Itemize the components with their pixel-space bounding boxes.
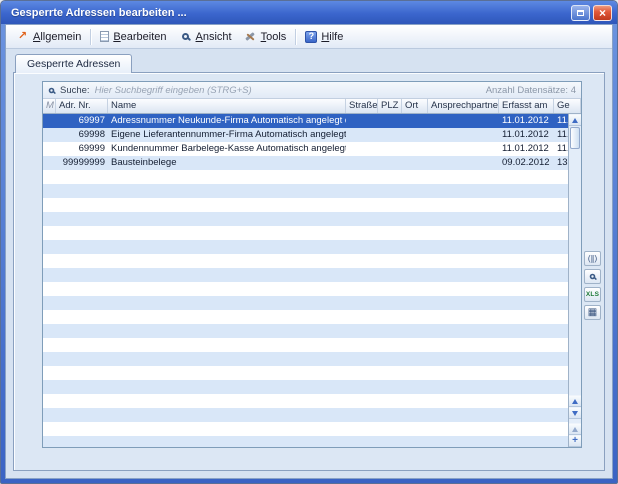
panel: Suche: Hier Suchbegriff eingeben (STRG+S… <box>13 72 605 471</box>
menu-item-hilfe[interactable]: Hilfe <box>299 29 349 45</box>
table-row-empty <box>43 310 568 324</box>
table-row-empty <box>43 296 568 310</box>
grid-rows: 69997Adressnummer Neukunde-Firma Automat… <box>43 114 568 447</box>
close-button[interactable] <box>593 5 612 21</box>
column-header[interactable]: Erfasst am <box>499 99 554 113</box>
table-row-empty <box>43 436 568 447</box>
table-row-empty <box>43 240 568 254</box>
window-body: Allgemein Bearbeiten Ansicht Tools Hilfe <box>5 24 613 479</box>
menu-item-tools[interactable]: Tools <box>238 28 293 45</box>
table-row-empty <box>43 198 568 212</box>
table-row-empty <box>43 408 568 422</box>
maximize-icon <box>577 10 584 16</box>
tabstrip: Gesperrte Adressen <box>15 54 132 73</box>
down-arrow-icon <box>572 411 578 416</box>
column-header[interactable]: Ort <box>402 99 428 113</box>
table-row-empty <box>43 380 568 394</box>
menubar: Allgemein Bearbeiten Ansicht Tools Hilfe <box>6 25 612 49</box>
menu-item-label: Ansicht <box>196 31 232 43</box>
menu-item-allgemein[interactable]: Allgemein <box>10 28 87 45</box>
menu-item-label: Hilfe <box>321 31 343 43</box>
magnifier-icon <box>179 30 192 43</box>
table-row-empty <box>43 394 568 408</box>
maximize-button[interactable] <box>571 5 590 21</box>
record-prev-button[interactable] <box>569 395 581 407</box>
column-header-marker[interactable]: M <box>43 99 56 113</box>
content-area: Gesperrte Adressen Suche: Hier Suchbegri… <box>6 49 612 478</box>
scroll-top-button[interactable] <box>569 423 581 435</box>
menu-item-ansicht[interactable]: Ansicht <box>173 28 238 45</box>
menu-separator <box>90 29 91 45</box>
menu-item-label: Tools <box>261 31 287 43</box>
scroll-thumb[interactable] <box>570 127 580 149</box>
menu-item-label: Allgemein <box>33 31 81 43</box>
menu-separator <box>295 29 296 45</box>
table-row-empty <box>43 170 568 184</box>
table-row[interactable]: 69999Kundennummer Barbelege-Kasse Automa… <box>43 142 568 156</box>
tools-icon <box>244 30 257 43</box>
table-row-empty <box>43 324 568 338</box>
window-title: Gesperrte Adressen bearbeiten ... <box>11 7 568 19</box>
column-header[interactable]: Ge <box>554 99 581 113</box>
column-header[interactable]: Name <box>108 99 346 113</box>
address-grid: Suche: Hier Suchbegriff eingeben (STRG+S… <box>42 81 582 448</box>
group-columns-button[interactable]: (∥) <box>584 251 601 266</box>
table-row-empty <box>43 422 568 436</box>
search-input[interactable]: Hier Suchbegriff eingeben (STRG+S) <box>95 85 481 96</box>
titlebar: Gesperrte Adressen bearbeiten ... <box>1 1 617 24</box>
column-header[interactable]: PLZ <box>378 99 402 113</box>
grid-main: 69997Adressnummer Neukunde-Firma Automat… <box>43 114 581 447</box>
side-toolbar: (∥) XLS ▦ <box>584 251 601 320</box>
new-record-button[interactable] <box>569 435 581 447</box>
record-count: Anzahl Datensätze: 4 <box>486 85 576 96</box>
up-arrow-icon <box>572 399 578 404</box>
table-row-empty <box>43 282 568 296</box>
table-view-button[interactable]: ▦ <box>584 305 601 320</box>
up-arrow-icon <box>572 118 578 123</box>
vertical-scrollbar[interactable] <box>568 114 581 447</box>
table-row[interactable]: 99999999Bausteinbelege09.02.201213. <box>43 156 568 170</box>
record-next-button[interactable] <box>569 407 581 419</box>
app-window: Gesperrte Adressen bearbeiten ... Allgem… <box>0 0 618 484</box>
table-row-empty <box>43 212 568 226</box>
table-row-empty <box>43 338 568 352</box>
scroll-track[interactable] <box>569 150 581 395</box>
menu-item-label: Bearbeiten <box>113 31 166 43</box>
search-icon <box>49 87 55 93</box>
search-bar: Suche: Hier Suchbegriff eingeben (STRG+S… <box>43 82 581 99</box>
zoom-button[interactable] <box>584 269 601 284</box>
up-arrow-gray-icon <box>572 427 578 432</box>
edit-page-icon <box>100 31 109 42</box>
close-icon <box>599 4 606 22</box>
search-label: Suche: <box>60 85 90 96</box>
tab-gesperrte-adressen[interactable]: Gesperrte Adressen <box>15 54 132 73</box>
column-header[interactable]: Straße <box>346 99 378 113</box>
column-header[interactable]: Adr. Nr. <box>56 99 108 113</box>
table-row-empty <box>43 254 568 268</box>
table-row-empty <box>43 184 568 198</box>
scroll-up-button[interactable] <box>569 114 581 126</box>
excel-export-button[interactable]: XLS <box>584 287 601 302</box>
menu-item-bearbeiten[interactable]: Bearbeiten <box>94 29 172 45</box>
column-header[interactable]: Ansprechpartner <box>428 99 499 113</box>
table-row[interactable]: 69998Eigene Lieferantennummer-Firma Auto… <box>43 128 568 142</box>
table-row-empty <box>43 352 568 366</box>
table-row[interactable]: 69997Adressnummer Neukunde-Firma Automat… <box>43 114 568 128</box>
magnifier-icon <box>590 274 596 280</box>
help-icon <box>305 31 317 43</box>
table-row-empty <box>43 226 568 240</box>
arrow-up-right-icon <box>16 30 29 43</box>
table-row-empty <box>43 268 568 282</box>
grid-header-row: MAdr. Nr.NameStraßePLZOrtAnsprechpartner… <box>43 99 581 114</box>
table-row-empty <box>43 366 568 380</box>
